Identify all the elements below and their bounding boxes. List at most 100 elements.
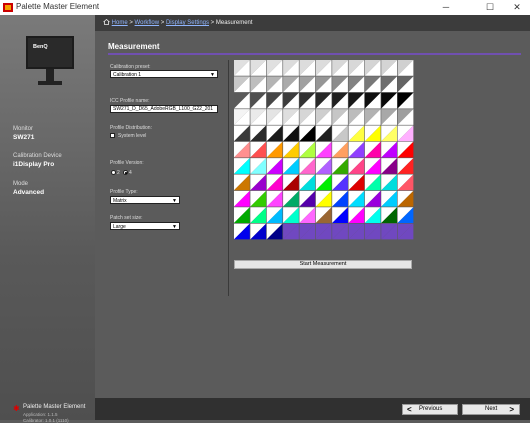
color-patch	[315, 76, 332, 93]
breadcrumb-separator: >	[129, 20, 133, 26]
color-patch	[283, 190, 299, 207]
color-patch	[364, 60, 381, 76]
color-patch	[250, 76, 267, 93]
profile-version-4-radio[interactable]	[123, 170, 128, 175]
color-patch	[315, 109, 332, 125]
color-patch	[234, 109, 250, 125]
calibration-preset-value: Calibration 1	[113, 72, 142, 78]
color-patch	[250, 223, 267, 240]
start-measurement-button[interactable]: Start Measurement	[234, 260, 412, 269]
color-patch	[348, 125, 365, 142]
color-patch	[283, 60, 299, 76]
color-patch	[283, 207, 299, 223]
color-patch	[332, 158, 348, 174]
color-patch	[364, 76, 381, 93]
profile-type-label: Profile Type:	[110, 189, 138, 195]
color-patch	[332, 76, 348, 93]
color-patch	[381, 60, 397, 76]
measurement-patch-grid	[234, 60, 414, 240]
device-value: i1Display Pro	[13, 161, 55, 168]
color-patch	[348, 207, 365, 223]
color-patch	[283, 76, 299, 93]
color-patch	[250, 190, 267, 207]
color-patch	[283, 92, 299, 109]
color-patch	[397, 92, 414, 109]
breadcrumb: Home > Workflow > Display Settings > Mea…	[103, 19, 253, 26]
profile-version-2-radio[interactable]	[111, 170, 116, 175]
chevron-down-icon: ▼	[210, 72, 215, 78]
breadcrumb-workflow[interactable]: Workflow	[135, 20, 160, 26]
calibration-preset-select[interactable]: Calibration 1 ▼	[110, 70, 218, 78]
calibrator-version: Calibrator: 1.0.1 (1110)	[23, 418, 69, 423]
color-patch	[348, 109, 365, 125]
title-underline	[108, 53, 521, 55]
color-patch	[315, 158, 332, 174]
icc-profile-input[interactable]: SW271_D_D65_AdobeRGB_L100_G22_201	[110, 105, 218, 113]
color-patch	[266, 60, 283, 76]
color-patch	[250, 125, 267, 142]
color-patch	[234, 207, 250, 223]
system-level-checkbox[interactable]	[110, 133, 115, 138]
breadcrumb-home[interactable]: Home	[112, 20, 128, 26]
color-patch	[315, 92, 332, 109]
color-patch	[348, 92, 365, 109]
profile-distribution-label: Profile Distribution:	[110, 125, 152, 131]
chevron-down-icon: ▼	[172, 198, 177, 204]
previous-label: Previous	[419, 406, 443, 412]
color-patch	[283, 141, 299, 158]
color-patch	[348, 174, 365, 191]
color-patch	[397, 76, 414, 93]
window-titlebar: Palette Master Element ─ ☐ ✕	[0, 0, 530, 15]
profile-version-label: Profile Version:	[110, 160, 144, 166]
minimize-button[interactable]: ─	[433, 0, 459, 15]
color-patch	[332, 223, 348, 240]
profile-version-2-label: 2	[117, 170, 120, 176]
color-patch	[266, 174, 283, 191]
color-patch	[315, 174, 332, 191]
profile-type-select[interactable]: Matrix ▼	[110, 196, 180, 204]
chevron-left-icon: <	[407, 405, 412, 414]
patch-set-select[interactable]: Large ▼	[110, 222, 180, 230]
previous-button[interactable]: < Previous	[402, 404, 458, 415]
color-patch	[364, 174, 381, 191]
color-patch	[299, 125, 316, 142]
color-patch	[381, 207, 397, 223]
color-patch	[266, 141, 283, 158]
color-patch	[315, 141, 332, 158]
color-patch	[381, 158, 397, 174]
color-patch	[299, 190, 316, 207]
color-patch	[381, 190, 397, 207]
color-patch	[364, 92, 381, 109]
device-label: Calibration Device	[13, 153, 62, 159]
color-patch	[364, 190, 381, 207]
color-patch	[381, 223, 397, 240]
color-patch	[283, 109, 299, 125]
monitor-label: Monitor	[13, 126, 34, 132]
breadcrumb-display-settings[interactable]: Display Settings	[166, 20, 209, 26]
color-patch	[299, 141, 316, 158]
close-button[interactable]: ✕	[504, 0, 530, 15]
color-patch	[234, 158, 250, 174]
color-patch	[250, 92, 267, 109]
color-patch	[397, 158, 414, 174]
color-patch	[299, 109, 316, 125]
color-patch	[348, 158, 365, 174]
maximize-button[interactable]: ☐	[477, 0, 503, 15]
next-button[interactable]: Next >	[462, 404, 520, 415]
color-patch	[381, 76, 397, 93]
home-icon[interactable]	[103, 19, 110, 25]
color-patch	[299, 223, 316, 240]
color-patch	[266, 190, 283, 207]
color-patch	[364, 141, 381, 158]
color-patch	[234, 190, 250, 207]
color-patch	[364, 207, 381, 223]
profile-version-4-label: 4	[129, 170, 132, 176]
color-patch	[250, 207, 267, 223]
color-patch	[283, 158, 299, 174]
color-patch	[266, 158, 283, 174]
color-patch	[299, 92, 316, 109]
color-patch	[381, 109, 397, 125]
color-patch	[397, 207, 414, 223]
color-patch	[299, 158, 316, 174]
color-patch	[381, 125, 397, 142]
